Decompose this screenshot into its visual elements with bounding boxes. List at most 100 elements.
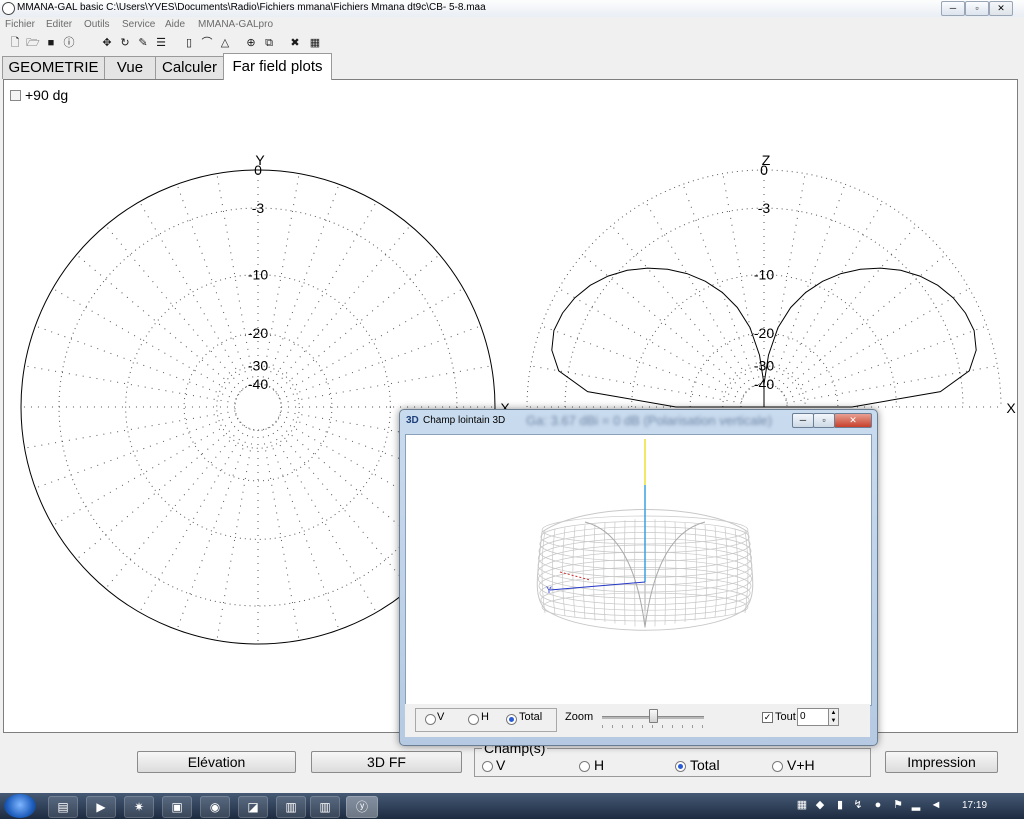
plus90-checkbox[interactable] <box>10 90 21 101</box>
window3d-header-blurred: Ga: 3.67 dBi = 0 dB (Polarisation vertic… <box>526 413 773 428</box>
toolbar: 🗋 🗁 ■ ⓘ ✥ ↻ ✎ ☰ ▯ ⌒ △ ⊕ ⧉ ✖ ▦ <box>0 34 1024 52</box>
print-button[interactable]: Impression <box>885 751 998 773</box>
info-icon[interactable]: ⓘ <box>62 36 76 50</box>
tab-calculer[interactable]: Calculer <box>155 56 224 79</box>
monitor-icon[interactable]: ▣ <box>162 796 192 818</box>
maximize-button[interactable]: ▫ <box>965 1 989 16</box>
grid-spoke <box>24 410 236 449</box>
curve-icon[interactable]: ⌒ <box>200 36 214 50</box>
mesh-meridian <box>664 520 666 626</box>
clock: 17:19 <box>962 800 988 811</box>
minimize-button[interactable]: ─ <box>941 1 965 16</box>
radial-tick-label-5: -40 <box>248 376 268 392</box>
w3d-radio-v[interactable] <box>425 714 436 725</box>
w3d-radio-h[interactable] <box>468 714 479 725</box>
start-button[interactable] <box>4 794 36 818</box>
far-field-3d-window[interactable]: 3D Champ lointain 3D Ga: 3.67 dBi = 0 dB… <box>399 409 878 746</box>
mesh-meridian <box>724 527 728 617</box>
grid-spoke <box>771 184 846 386</box>
grid-spoke <box>265 184 340 386</box>
tools-icon[interactable]: ✖ <box>288 36 302 50</box>
page-icon[interactable]: ▯ <box>182 36 196 50</box>
window3d-maximize-button[interactable]: ▫ <box>813 413 835 428</box>
champ-radio-total[interactable] <box>675 761 686 772</box>
window3d-minimize-button[interactable]: ─ <box>792 413 814 428</box>
flag-icon[interactable]: ⚑ <box>892 799 904 811</box>
radial-tick-label-4: -30 <box>248 358 268 374</box>
folder-icon[interactable]: ▥ <box>276 796 306 818</box>
folder2-icon[interactable]: ▥ <box>310 796 340 818</box>
new-file-icon[interactable]: 🗋 <box>8 36 22 50</box>
w3d-radio-total[interactable] <box>506 714 517 725</box>
save-icon[interactable]: ■ <box>44 36 58 50</box>
chart-icon[interactable]: ▮ <box>834 799 846 811</box>
grid-spoke <box>279 325 481 400</box>
menu-aide[interactable]: Aide <box>165 19 185 30</box>
axis-label-up-0: Y <box>255 152 265 168</box>
move-icon[interactable]: ✥ <box>100 36 114 50</box>
mesh-meridian <box>694 523 697 621</box>
menu-fichier[interactable]: Fichier <box>5 19 35 30</box>
mmana-icon[interactable]: ◪ <box>238 796 268 818</box>
grid-spoke <box>275 254 440 393</box>
wires-icon[interactable]: ☰ <box>154 36 168 50</box>
open-folder-icon[interactable]: 🗁 <box>26 36 40 50</box>
champ-radio-vh[interactable] <box>772 761 783 772</box>
w3d-radio-v-label: V <box>437 711 445 723</box>
tout-spinner[interactable]: ▲ ▼ <box>828 708 839 726</box>
tab-far-field-plots[interactable]: Far field plots <box>223 53 332 80</box>
grid-spoke <box>24 365 236 404</box>
grid-spoke <box>216 429 255 641</box>
window3d-close-button[interactable]: ✕ <box>834 413 872 428</box>
media-player-icon[interactable]: ▶ <box>86 796 116 818</box>
network-icon[interactable]: ▦ <box>796 799 808 811</box>
antivirus-icon[interactable]: ● <box>872 799 884 811</box>
tab-geometrie[interactable]: GEOMETRIE <box>2 56 105 79</box>
app-icon[interactable] <box>2 2 15 15</box>
tab-vue[interactable]: Vue <box>104 56 156 79</box>
tout-value-input[interactable]: 0 <box>797 708 829 726</box>
menu-service[interactable]: Service <box>122 19 155 30</box>
triangle-icon[interactable]: △ <box>218 36 232 50</box>
champ-radio-h[interactable] <box>579 761 590 772</box>
copy-icon[interactable]: ⧉ <box>262 36 276 50</box>
signal-icon[interactable]: ▂ <box>910 799 922 811</box>
radial-tick-label-2: -10 <box>754 267 774 283</box>
grid-spoke <box>277 288 464 396</box>
chrome-icon[interactable]: ◉ <box>200 796 230 818</box>
radial-tick-label-2: -10 <box>248 267 268 283</box>
zoom-slider-thumb[interactable] <box>649 709 658 723</box>
edit-icon[interactable]: ✎ <box>136 36 150 50</box>
volume-icon[interactable]: ◄ <box>930 799 942 811</box>
grid-spoke <box>261 429 300 641</box>
sync-icon[interactable]: ↯ <box>852 799 864 811</box>
menu-editer[interactable]: Editer <box>46 19 72 30</box>
close-button[interactable]: ✕ <box>989 1 1013 16</box>
mesh-meridian <box>562 527 566 617</box>
app-icon[interactable]: ✷ <box>124 796 154 818</box>
3d-ff-button[interactable]: 3D FF <box>311 751 462 773</box>
grid-spoke <box>541 325 743 400</box>
shield-icon[interactable]: ◆ <box>814 799 826 811</box>
menu-outils[interactable]: Outils <box>84 19 110 30</box>
radial-tick-label-1: -3 <box>758 200 771 216</box>
elevation-lobe-left <box>551 267 765 408</box>
grid-spoke <box>272 225 411 390</box>
axis-label-right-1: X <box>1006 400 1016 416</box>
pattern-3d-view[interactable]: Y <box>405 434 872 706</box>
rotate-icon[interactable]: ↻ <box>118 36 132 50</box>
mmana-active-icon[interactable]: ⓨ <box>346 796 378 818</box>
explorer-icon[interactable]: ▤ <box>48 796 78 818</box>
window3d-controls: V H Total Zoom ✓ Tout 0 ▲ ▼ <box>405 704 870 737</box>
target-icon[interactable]: ⊕ <box>244 36 258 50</box>
tout-checkbox[interactable]: ✓ <box>762 712 773 723</box>
zoom-label: Zoom <box>565 711 594 723</box>
champ-radio-v[interactable] <box>482 761 493 772</box>
calculator-icon[interactable]: ▦ <box>308 36 322 50</box>
elevation-button[interactable]: Elévation <box>137 751 296 773</box>
grid-spoke <box>781 254 946 393</box>
menu-mmana-galpro[interactable]: MMANA-GALpro <box>198 19 273 30</box>
radial-tick-label-1: -3 <box>252 200 265 216</box>
window3d-title: Champ lointain 3D <box>423 415 506 426</box>
grid-spoke <box>778 225 917 390</box>
